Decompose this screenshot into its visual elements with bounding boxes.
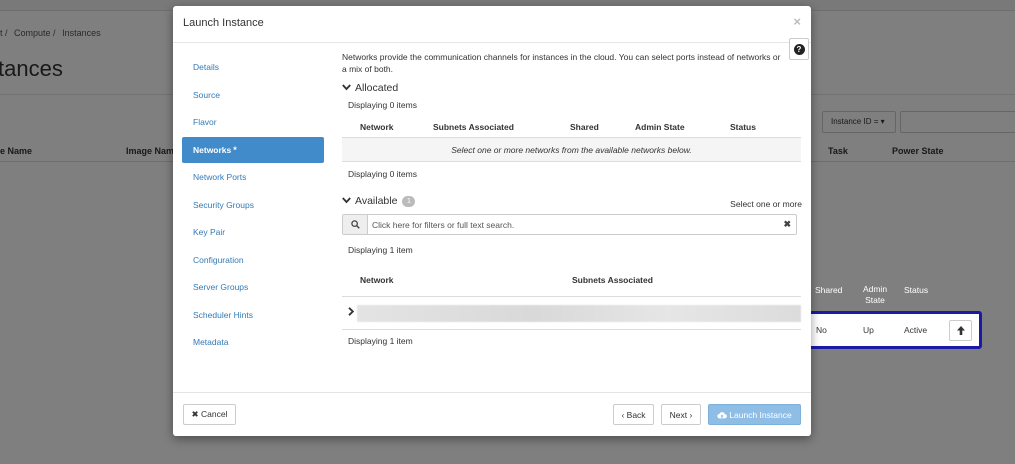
available-count-badge: 1 (402, 195, 416, 207)
nav-network-ports[interactable]: Network Ports (182, 164, 324, 190)
launch-instance-label: Launch Instance (729, 409, 792, 420)
available-table-header: Network Subnets Associated (342, 265, 801, 297)
available-search-bar: ✖ (342, 214, 797, 235)
arrow-up-icon (956, 326, 965, 335)
nav-security-groups[interactable]: Security Groups (182, 192, 324, 218)
allocated-title: Allocated (355, 82, 399, 94)
close-icon[interactable]: × (793, 14, 801, 29)
modal-header: Launch Instance × (173, 6, 811, 43)
allocated-col-status: Status (730, 122, 756, 132)
next-button[interactable]: Next › (661, 404, 701, 425)
nav-metadata[interactable]: Metadata (182, 329, 324, 355)
nav-networks[interactable]: Networks * (182, 136, 324, 163)
available-col-network: Network (360, 275, 394, 285)
nav-scheduler-hints[interactable]: Scheduler Hints (182, 302, 324, 328)
nav-configuration[interactable]: Configuration (182, 247, 324, 273)
available-section-toggle[interactable]: Available 1 (342, 195, 416, 207)
search-input[interactable] (372, 219, 772, 230)
hl-column-shared: Shared (815, 285, 843, 295)
available-count-top: Displaying 1 item (348, 245, 413, 255)
highlighted-row-cells: No Up Active (804, 311, 982, 349)
back-button[interactable]: ‹ Back (613, 404, 654, 425)
allocated-count-bottom: Displaying 0 items (348, 169, 417, 179)
networks-panel: Networks provide the communication chann… (342, 51, 802, 346)
cell-shared: No (816, 325, 827, 335)
hl-column-admin-state: Admin State (862, 284, 888, 305)
allocated-col-network: Network (360, 122, 394, 132)
allocated-col-subnets: Subnets Associated (433, 122, 514, 132)
available-hint: Select one or more (730, 199, 802, 209)
allocated-col-shared: Shared (570, 122, 599, 132)
allocated-table-header: Network Subnets Associated Shared Admin … (342, 114, 801, 138)
chevron-right-icon[interactable] (348, 307, 355, 319)
allocated-count-top: Displaying 0 items (348, 100, 417, 110)
networks-description: Networks provide the communication chann… (342, 52, 781, 74)
cell-admin-state: Up (863, 325, 874, 335)
available-col-subnets: Subnets Associated (572, 275, 653, 285)
search-icon (343, 215, 368, 234)
nav-networks-label: Networks (193, 144, 232, 155)
nav-server-groups[interactable]: Server Groups (182, 274, 324, 300)
available-count-bottom: Displaying 1 item (348, 336, 413, 346)
cloud-upload-icon (717, 411, 728, 418)
nav-flavor[interactable]: Flavor (182, 109, 324, 135)
hl-column-status: Status (904, 285, 929, 295)
nav-key-pair[interactable]: Key Pair (182, 219, 324, 245)
launch-instance-modal: Launch Instance × ? Details Source Flavo… (173, 6, 811, 436)
cell-status: Active (904, 325, 928, 335)
chevron-down-icon (342, 83, 351, 93)
available-header: Available 1 Select one or more (342, 195, 802, 209)
available-network-row[interactable] (342, 297, 801, 330)
allocated-section-toggle[interactable]: Allocated (342, 82, 802, 94)
wizard-nav: Details Source Flavor Networks * Network … (182, 54, 324, 357)
nav-details[interactable]: Details (182, 54, 324, 80)
launch-instance-button[interactable]: Launch Instance (708, 404, 801, 425)
allocated-col-admin-state: Admin State (635, 122, 685, 132)
allocate-network-button[interactable] (949, 320, 972, 341)
clear-search-icon[interactable]: ✖ (783, 219, 791, 230)
cancel-button[interactable]: ✖ Cancel (183, 404, 236, 425)
redacted-network-details (357, 305, 801, 322)
allocated-empty-message: Select one or more networks from the ava… (342, 138, 801, 162)
available-title: Available (355, 195, 398, 207)
modal-title: Launch Instance (183, 17, 264, 29)
nav-source[interactable]: Source (182, 82, 324, 108)
modal-footer: ✖ Cancel ‹ Back Next › Launch Instance (173, 392, 811, 436)
required-marker: * (233, 144, 237, 155)
chevron-down-icon (342, 196, 351, 206)
